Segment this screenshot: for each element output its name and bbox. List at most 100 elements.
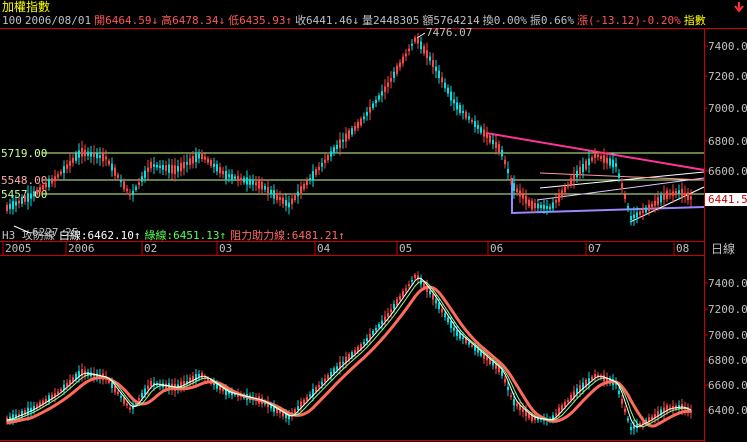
- candle-body: [375, 100, 377, 104]
- candle-body: [504, 159, 506, 165]
- candle-body: [210, 160, 212, 166]
- candle-body: [486, 133, 488, 139]
- candle-body: [330, 371, 332, 377]
- candle-body: [426, 50, 428, 58]
- candle-body: [453, 327, 455, 331]
- candle-body: [606, 157, 608, 164]
- candle-body: [243, 177, 245, 183]
- candle-body: [15, 201, 17, 206]
- candle-body: [573, 174, 575, 182]
- lower-candles: [6, 271, 692, 435]
- candle-body: [507, 168, 509, 174]
- candle-body: [18, 200, 20, 204]
- candle-body: [291, 198, 293, 205]
- candle-body: [108, 160, 110, 165]
- candle-body: [114, 167, 116, 176]
- candle-body: [297, 191, 299, 197]
- time-label: 2005: [5, 242, 32, 255]
- candle-body: [624, 194, 626, 200]
- candle-body: [555, 413, 557, 416]
- candle-body: [342, 139, 344, 142]
- candle-body: [429, 56, 431, 61]
- candle-body: [576, 170, 578, 178]
- candle-body: [396, 65, 398, 74]
- candle-body: [405, 288, 407, 291]
- time-label: 04: [317, 242, 331, 255]
- time-label: 05: [399, 242, 412, 255]
- candle-body: [402, 290, 404, 297]
- candle-body: [378, 95, 380, 100]
- candle-body: [522, 194, 524, 199]
- candle-body: [39, 186, 41, 193]
- candle-body: [507, 386, 509, 391]
- candle-body: [462, 337, 464, 339]
- candle-body: [534, 203, 536, 209]
- candle-body: [321, 381, 323, 385]
- candle-body: [411, 280, 413, 282]
- candle-body: [354, 350, 356, 354]
- candle-body: [183, 161, 185, 169]
- candle-body: [567, 399, 569, 402]
- candle-body: [261, 181, 263, 190]
- candle-body: [168, 164, 170, 173]
- low-pointer: [13, 225, 31, 234]
- candle-body: [492, 362, 494, 366]
- candle-body: [336, 144, 338, 150]
- candle-body: [504, 379, 506, 383]
- candle-body: [396, 298, 398, 306]
- candle-body: [567, 184, 569, 187]
- candle-body: [237, 175, 239, 182]
- candle-body: [669, 193, 671, 196]
- candle-body: [126, 188, 128, 192]
- candle-body: [48, 178, 50, 188]
- lower-price-label: 6600.00: [708, 379, 747, 392]
- candle-body: [684, 192, 686, 196]
- candle-body: [63, 166, 65, 174]
- candle-body: [66, 382, 68, 387]
- candle-body: [138, 398, 140, 401]
- candle-body: [621, 399, 623, 404]
- candle-body: [591, 157, 593, 161]
- candle-body: [111, 163, 113, 171]
- candlestick-chart[interactable]: 7400.00 7200.00 7000.00 6800.00 6600.00 6400.…: [0, 0, 747, 442]
- candle-body: [324, 159, 326, 163]
- candle-body: [666, 190, 668, 200]
- candle-body: [69, 160, 71, 166]
- candle-body: [369, 333, 371, 339]
- candle-body: [138, 182, 140, 185]
- candle-body: [327, 154, 329, 161]
- upper-price-label: 7200.00: [708, 70, 747, 83]
- candle-body: [111, 382, 113, 388]
- candle-body: [57, 391, 59, 394]
- candle-body: [663, 193, 665, 200]
- candle-body: [105, 156, 107, 160]
- candle-body: [57, 174, 59, 178]
- candle-body: [234, 176, 236, 179]
- candle-body: [150, 161, 152, 169]
- candle-body: [186, 162, 188, 165]
- candle-body: [399, 295, 401, 300]
- candle-body: [459, 105, 461, 113]
- candle-body: [159, 165, 161, 168]
- candle-body: [621, 183, 623, 190]
- candle-body: [132, 190, 134, 195]
- period-label: 日線: [711, 241, 735, 256]
- lower-price-label: 6400.00: [708, 404, 747, 417]
- candle-body: [369, 106, 371, 113]
- candle-body: [339, 139, 341, 149]
- candle-body: [387, 313, 389, 317]
- candle-body: [375, 328, 377, 331]
- candle-body: [96, 153, 98, 159]
- candle-body: [12, 200, 14, 210]
- candle-body: [60, 171, 62, 175]
- upper-candles: [6, 33, 692, 226]
- candle-body: [99, 155, 101, 158]
- candle-body: [306, 180, 308, 186]
- candle-body: [378, 324, 380, 328]
- candle-body: [477, 349, 479, 353]
- candle-body: [423, 46, 425, 54]
- candle-body: [144, 170, 146, 178]
- candle-body: [216, 164, 218, 172]
- lower-price-axis: 7400.00 7200.00 7000.00 6800.00 6600.00 6400.…: [704, 277, 747, 417]
- candle-body: [618, 173, 620, 178]
